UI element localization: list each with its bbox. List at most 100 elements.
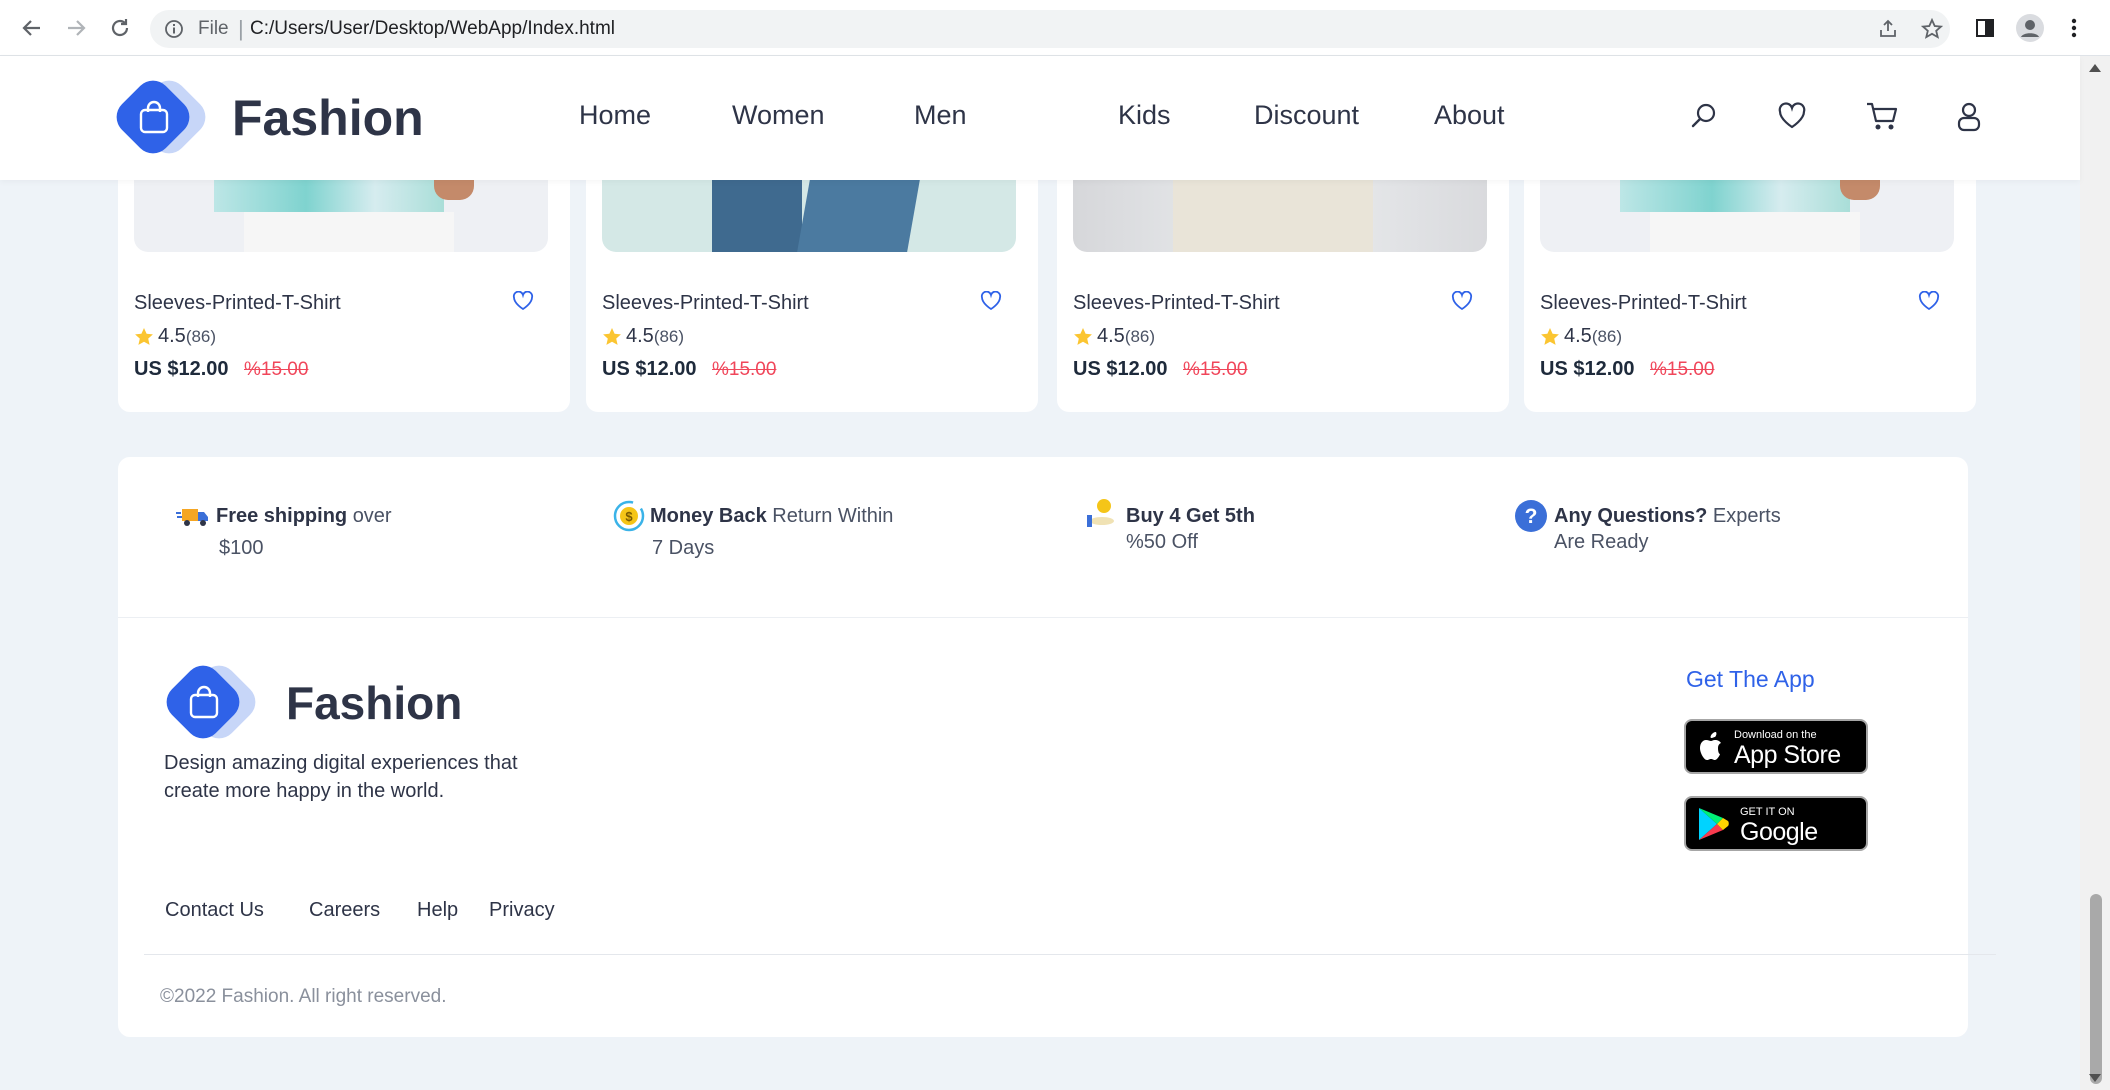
svg-text:?: ?	[1525, 505, 1538, 528]
nav-item-men[interactable]: Men	[914, 100, 967, 131]
site-header: Fashion Home Women Men Kids Discount Abo…	[0, 56, 2080, 180]
heart-icon	[1778, 102, 1806, 129]
footer-link-careers[interactable]: Careers	[309, 899, 380, 922]
cart-button[interactable]	[1864, 98, 1900, 134]
share-icon	[1880, 19, 1896, 37]
page-scrollbar[interactable]	[2080, 56, 2110, 1090]
nav-item-about[interactable]: About	[1434, 100, 1505, 131]
rating-count: (86)	[185, 326, 217, 346]
feature-subtext: 7 Days	[652, 537, 715, 559]
pants-graphic	[244, 212, 454, 252]
money-back-icon: $	[613, 500, 645, 532]
product-name[interactable]: Sleeves-Printed-T-Shirt	[134, 292, 341, 315]
reload-icon	[111, 19, 129, 37]
footer-logo[interactable]: Fashion	[159, 658, 462, 746]
divider	[118, 617, 1968, 618]
shopping-bag-icon	[139, 100, 169, 134]
question-icon: ?	[1515, 500, 1547, 532]
search-button[interactable]	[1686, 98, 1722, 134]
heart-icon[interactable]	[980, 290, 1002, 316]
product-rating: 4.5 (86)	[1540, 325, 1622, 348]
pants-graphic	[1173, 176, 1373, 252]
profile-button[interactable]	[2014, 12, 2046, 44]
side-panel-button[interactable]	[1969, 12, 2001, 44]
feature-text: Return Within	[772, 505, 894, 527]
nav-item-women[interactable]: Women	[732, 100, 825, 131]
product-card[interactable]: Sleeves-Printed-T-Shirt 4.5 (86) US $12.0…	[118, 140, 570, 412]
product-rating: 4.5 (86)	[1073, 325, 1155, 348]
rating-value: 4.5	[1097, 325, 1125, 347]
nav-item-kids[interactable]: Kids	[1118, 100, 1171, 131]
store-small-label: Download on the	[1734, 729, 1817, 741]
url-text[interactable]: C:/Users/User/Desktop/WebApp/Index.html	[250, 18, 615, 40]
product-price: US $12.00	[134, 358, 229, 380]
feature-text: Experts	[1712, 505, 1781, 527]
store-small-label: GET IT ON	[1740, 806, 1795, 818]
old-price: %15.00	[1650, 359, 1715, 380]
heart-icon[interactable]	[1451, 290, 1473, 316]
feature-subtext: Are Ready	[1554, 531, 1649, 553]
product-rating: 4.5 (86)	[602, 325, 684, 348]
star-icon	[1541, 327, 1559, 345]
scroll-up-arrow[interactable]	[2089, 64, 2101, 72]
feature-title: Money Back	[650, 505, 767, 527]
rating-count: (86)	[1591, 326, 1623, 346]
product-price: US $12.00	[1073, 358, 1168, 380]
logo-icon	[159, 658, 263, 746]
address-bar[interactable]: File | C:/Users/User/Desktop/WebApp/Inde…	[150, 10, 1950, 48]
feature-free-shipping: Free shipping over $100	[176, 501, 436, 563]
app-store-button[interactable]: Download on the App Store	[1684, 719, 1868, 774]
menu-button[interactable]	[2058, 12, 2090, 44]
feature-any-questions: ? Any Questions? Experts Are Ready	[1514, 500, 1814, 557]
nav-item-discount[interactable]: Discount	[1254, 100, 1359, 131]
separator: |	[238, 16, 244, 41]
footer-link-help[interactable]: Help	[417, 899, 458, 922]
scroll-down-arrow[interactable]	[2089, 1074, 2101, 1082]
get-app-heading: Get The App	[1686, 666, 1815, 692]
product-price: US $12.00	[602, 358, 697, 380]
account-button[interactable]	[1951, 98, 1987, 134]
bookmark-button[interactable]	[1916, 13, 1948, 45]
product-card[interactable]: Sleeves-Printed-T-Shirt 4.5 (86) US $12.0…	[586, 140, 1038, 412]
divider	[144, 954, 1996, 955]
share-button[interactable]	[1872, 13, 1904, 45]
nav-item-home[interactable]: Home	[579, 100, 651, 131]
forward-button[interactable]	[58, 10, 94, 46]
avatar-icon	[2016, 14, 2044, 42]
footer-link-contact-us[interactable]: Contact Us	[165, 899, 264, 922]
arrow-left-icon	[22, 20, 40, 36]
store-big-label: App Store	[1734, 741, 1841, 769]
arrow-right-icon	[68, 20, 86, 36]
star-icon	[135, 327, 153, 345]
star-icon	[603, 327, 621, 345]
feature-subtext: %50 Off	[1126, 531, 1198, 553]
header-logo[interactable]: Fashion	[109, 73, 424, 161]
star-icon	[1074, 327, 1092, 345]
file-label: File	[198, 18, 229, 39]
rating-value: 4.5	[1564, 325, 1592, 347]
old-price: %15.00	[1183, 359, 1248, 380]
search-icon	[1691, 103, 1716, 128]
google-play-button[interactable]: GET IT ON Google Play	[1684, 796, 1868, 875]
footer-link-privacy[interactable]: Privacy	[489, 899, 555, 922]
logo-icon	[109, 73, 213, 161]
back-button[interactable]	[14, 10, 50, 46]
apple-icon	[1700, 732, 1721, 760]
reload-button[interactable]	[102, 10, 138, 46]
kebab-menu-icon	[2071, 18, 2077, 38]
product-name[interactable]: Sleeves-Printed-T-Shirt	[1073, 292, 1280, 315]
wishlist-button[interactable]	[1774, 98, 1810, 134]
rating-count: (86)	[1124, 326, 1156, 346]
user-icon	[1957, 102, 1981, 132]
heart-icon[interactable]	[1918, 290, 1940, 316]
rating-value: 4.5	[158, 325, 186, 347]
shopping-bag-icon	[189, 685, 219, 719]
product-name[interactable]: Sleeves-Printed-T-Shirt	[602, 292, 809, 315]
info-icon[interactable]	[164, 19, 184, 44]
product-card[interactable]: Sleeves-Printed-T-Shirt 4.5 (86) US $12.0…	[1057, 140, 1509, 412]
product-card[interactable]: Sleeves-Printed-T-Shirt 4.5 (86) US $12.0…	[1524, 140, 1976, 412]
heart-icon[interactable]	[512, 290, 534, 316]
truck-icon	[176, 509, 208, 526]
scroll-thumb[interactable]	[2090, 894, 2102, 1084]
product-name[interactable]: Sleeves-Printed-T-Shirt	[1540, 292, 1747, 315]
